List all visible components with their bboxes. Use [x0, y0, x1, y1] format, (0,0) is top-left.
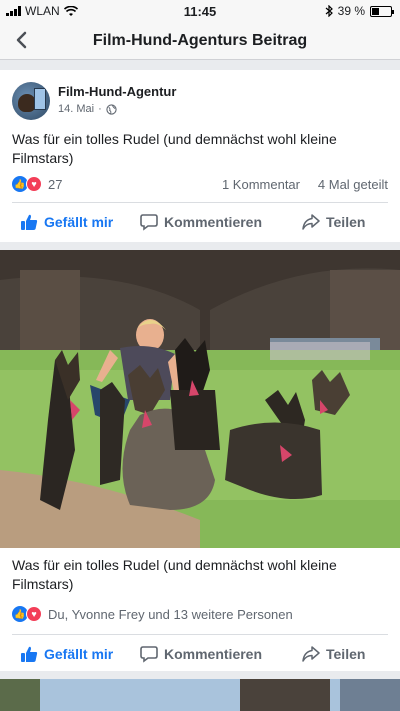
battery-icon: [370, 5, 394, 17]
thumbs-up-icon: [21, 646, 38, 662]
next-post-photo[interactable]: [0, 679, 400, 711]
share-icon: [302, 646, 320, 662]
love-reaction-icon: ♥: [26, 606, 42, 622]
comment-count[interactable]: 1 Kommentar: [222, 177, 300, 192]
comment-button[interactable]: Kommentieren: [140, 203, 262, 241]
comment-button-label: Kommentieren: [164, 646, 263, 662]
post-stats: 👍 ♥ 27 1 Kommentar 4 Mal geteilt: [12, 175, 388, 195]
post-card: Film-Hund-Agentur 14. Mai · Was für ein …: [0, 70, 400, 242]
photo-caption: Was für ein tolles Rudel (und demnächst …: [12, 557, 337, 592]
next-photo-illustration: [0, 679, 400, 711]
navigation-bar: Film-Hund-Agenturs Beitrag: [0, 22, 400, 60]
action-bar: Gefällt mir Kommentieren Teilen: [0, 635, 400, 673]
like-button-label: Gefällt mir: [44, 646, 114, 662]
share-icon: [302, 214, 320, 230]
thumbs-up-icon: [21, 214, 38, 230]
post-date[interactable]: 14. Mai: [58, 103, 94, 115]
post-meta: 14. Mai ·: [58, 103, 117, 115]
likes-summary-text: Du, Yvonne Frey und 13 weitere Personen: [48, 606, 293, 622]
battery-percent: 39 %: [337, 4, 365, 18]
post-photo[interactable]: [0, 250, 400, 548]
dogs-photo-illustration: [0, 250, 400, 548]
like-button[interactable]: Gefällt mir: [20, 203, 113, 241]
page-title: Film-Hund-Agenturs Beitrag: [92, 32, 308, 49]
photo-post-card: Was für ein tolles Rudel (und demnächst …: [0, 250, 400, 671]
share-button-label: Teilen: [326, 646, 366, 662]
bluetooth-icon: [325, 5, 333, 17]
comment-button-label: Kommentieren: [164, 214, 263, 230]
share-count[interactable]: 4 Mal geteilt: [318, 177, 388, 192]
share-button-label: Teilen: [326, 214, 366, 230]
avatar[interactable]: [12, 82, 50, 120]
love-reaction-icon: ♥: [26, 176, 42, 192]
like-button[interactable]: Gefällt mir: [20, 635, 113, 673]
like-button-label: Gefällt mir: [44, 214, 114, 230]
meta-separator: ·: [98, 103, 102, 115]
post-text: Was für ein tolles Rudel (und demnächst …: [12, 131, 337, 166]
comment-icon: [140, 214, 158, 231]
post-author[interactable]: Film-Hund-Agentur: [58, 84, 176, 99]
reaction-count[interactable]: 27: [48, 177, 62, 192]
status-bar: WLAN 11:45 39 %: [0, 0, 400, 22]
share-button[interactable]: Teilen: [302, 635, 365, 673]
comment-icon: [140, 646, 158, 663]
reaction-icons[interactable]: 👍 ♥: [12, 176, 42, 192]
action-bar: Gefällt mir Kommentieren Teilen: [0, 203, 400, 241]
likes-summary[interactable]: 👍 ♥ Du, Yvonne Frey und 13 weitere Perso…: [12, 606, 293, 622]
comment-button[interactable]: Kommentieren: [140, 635, 262, 673]
globe-icon: [106, 103, 117, 115]
share-button[interactable]: Teilen: [302, 203, 365, 241]
